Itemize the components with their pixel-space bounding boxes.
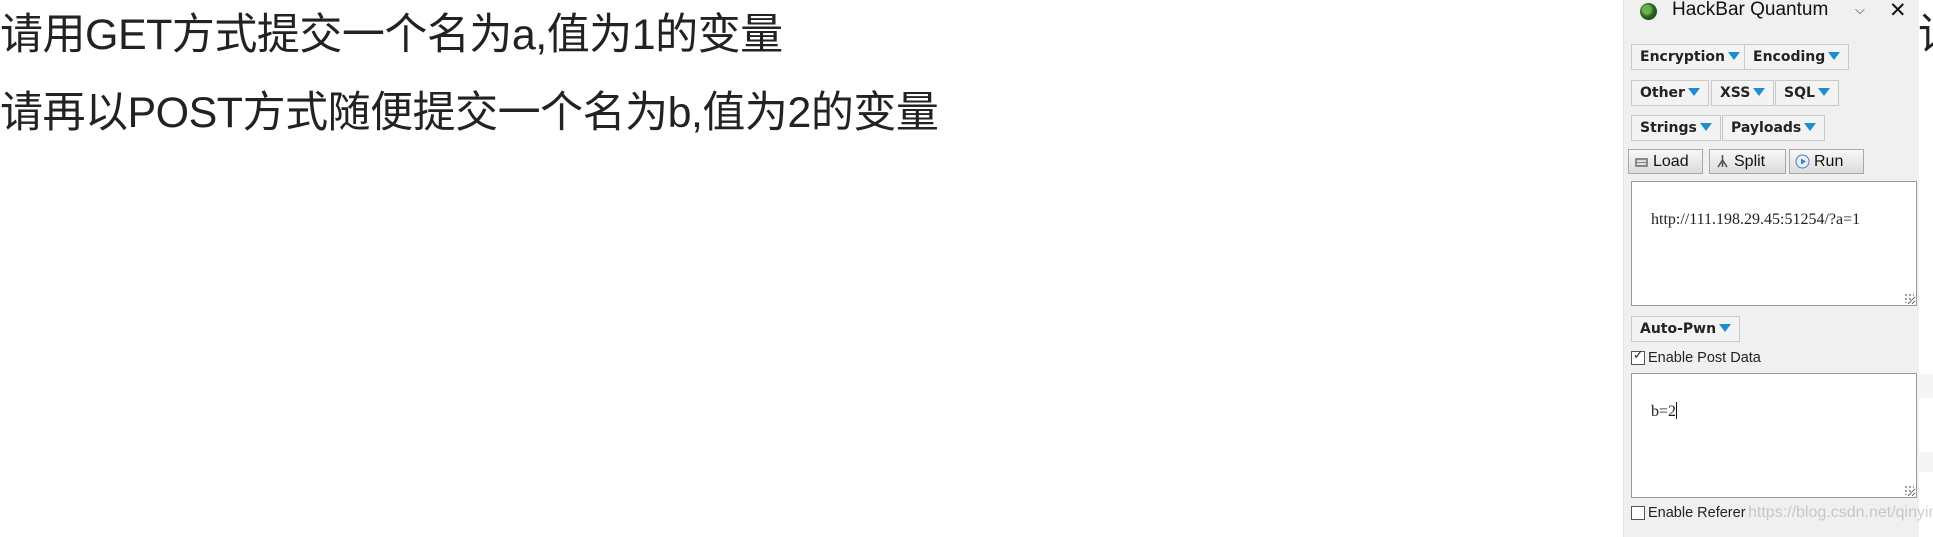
dropdown-arrow-icon (1753, 88, 1766, 96)
instruction-get: 请用GET方式提交一个名为a,值为1的变量 (0, 11, 783, 59)
url-textarea[interactable]: http://111.198.29.45:51254/?a=1 (1631, 181, 1917, 306)
side-edge-widget (1918, 452, 1933, 472)
side-edge-widget (1918, 374, 1933, 398)
dropdown-arrow-icon (1699, 123, 1712, 131)
strings-label: Strings (1640, 120, 1697, 136)
resize-grip-icon[interactable] (1904, 485, 1914, 495)
strings-menu-button[interactable]: Strings (1631, 115, 1721, 141)
enable-post-checkbox[interactable] (1631, 348, 1645, 365)
text-cursor (1676, 402, 1678, 419)
auto-pwn-label: Auto-Pwn (1640, 321, 1717, 337)
payloads-menu-button[interactable]: Payloads (1722, 115, 1826, 141)
url-value: http://111.198.29.45:51254/?a=1 (1651, 211, 1861, 228)
load-button[interactable]: Load (1628, 149, 1703, 174)
other-label: Other (1640, 85, 1685, 101)
dropdown-arrow-icon (1804, 123, 1817, 131)
auto-pwn-menu-button[interactable]: Auto-Pwn (1631, 316, 1741, 342)
resize-grip-icon[interactable] (1904, 293, 1914, 303)
enable-referer-label: Enable Referer (1648, 505, 1746, 521)
post-data-value: b=2 (1651, 403, 1677, 420)
split-url-icon (1717, 155, 1728, 168)
hackbar-title: HackBar Quantum (1672, 0, 1829, 20)
encryption-label: Encryption (1640, 49, 1725, 65)
split-button[interactable]: Split (1709, 149, 1786, 174)
dropdown-arrow-icon (1727, 52, 1740, 60)
chevron-down-icon[interactable]: ⌵ (1855, 3, 1865, 18)
post-data-textarea[interactable]: b=2 (1631, 373, 1917, 498)
run-label: Run (1814, 153, 1844, 170)
dropdown-arrow-icon (1817, 88, 1830, 96)
watermark: https://blog.csdn.net/qinying001 (1748, 504, 1933, 521)
encoding-menu-button[interactable]: Encoding (1744, 44, 1850, 70)
close-icon[interactable]: ✕ (1889, 0, 1907, 22)
sql-menu-button[interactable]: SQL (1775, 80, 1839, 106)
hackbar-panel: HackBar Quantum ⌵ ✕ Encryption Encoding … (1623, 0, 1919, 537)
load-url-icon (1635, 158, 1648, 167)
xss-label: XSS (1720, 85, 1751, 101)
run-icon (1795, 154, 1810, 169)
encoding-label: Encoding (1753, 49, 1826, 65)
dropdown-arrow-icon (1719, 324, 1732, 332)
enable-post-label: Enable Post Data (1648, 350, 1761, 366)
run-button[interactable]: Run (1789, 149, 1864, 174)
sql-label: SQL (1784, 85, 1815, 101)
split-label: Split (1734, 153, 1766, 170)
instruction-post: 请再以POST方式随便提交一个名为b,值为2的变量 (0, 89, 939, 137)
hackbar-header: HackBar Quantum ⌵ ✕ (1624, 0, 1919, 26)
payloads-label: Payloads (1731, 120, 1802, 136)
encryption-menu-button[interactable]: Encryption (1631, 44, 1749, 70)
load-label: Load (1653, 153, 1689, 170)
dropdown-arrow-icon (1687, 88, 1700, 96)
dropdown-arrow-icon (1828, 52, 1841, 60)
page-content: 请用GET方式提交一个名为a,值为1的变量 请再以POST方式随便提交一个名为b… (0, 0, 1620, 537)
hackbar-logo-icon (1640, 3, 1657, 20)
xss-menu-button[interactable]: XSS (1711, 80, 1775, 106)
truncated-page-text: 请 (1918, 8, 1933, 62)
other-menu-button[interactable]: Other (1631, 80, 1709, 106)
enable-referer-checkbox[interactable] (1631, 506, 1645, 520)
